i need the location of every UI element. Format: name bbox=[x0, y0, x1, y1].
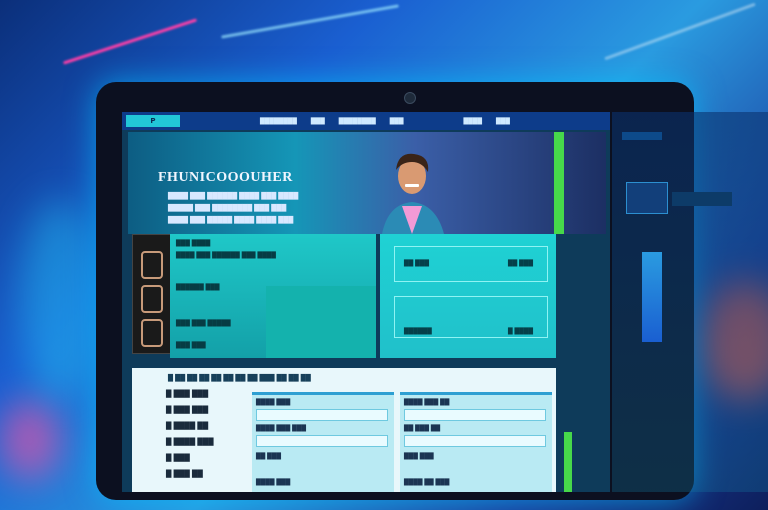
card-text: ███ ████ bbox=[176, 240, 211, 247]
list-item[interactable]: █ ███ ███ bbox=[166, 390, 208, 398]
card-text: ███ ███ █████ bbox=[176, 320, 231, 327]
form-field[interactable] bbox=[404, 435, 546, 447]
lower-section: █ ██ ██ ██ ██ ██ ██ ██ ███ ██ ██ ██ █ ██… bbox=[132, 368, 556, 492]
stats-label: ██████ bbox=[404, 328, 432, 335]
form-label: ████ ███ bbox=[256, 399, 291, 406]
hero-text: █████ ███ ████████ ███ ███ bbox=[168, 204, 287, 212]
camera-icon bbox=[404, 92, 416, 104]
nav-link[interactable]: ███ bbox=[311, 118, 325, 125]
form-panel: ████ ███ ██ ██ ███ ██ ███ ███ ████ ██ ██… bbox=[400, 392, 552, 492]
stats-card: ██ ███ ██ ███ ██████ █ ████ bbox=[380, 234, 556, 358]
nav-link[interactable]: ████████ bbox=[339, 118, 376, 125]
side-panel bbox=[612, 112, 768, 492]
screen: P ████████ ███ ████████ ███ ████ ███ FHU… bbox=[122, 112, 610, 492]
light-streak bbox=[221, 4, 399, 39]
card-text: ██████ ███ bbox=[176, 284, 220, 291]
hero-text: ████ ███ ██████ ████ ███ ████ bbox=[168, 192, 299, 200]
card-text: ███ ███ bbox=[176, 342, 206, 349]
list-item[interactable]: █ ███ ███ bbox=[166, 406, 208, 414]
stats-label: █ ████ bbox=[508, 328, 533, 335]
stats-label: ██ ███ bbox=[404, 260, 429, 267]
form-panel: ████ ███ ████ ███ ███ ██ ███ ████ ███ bbox=[252, 392, 394, 492]
hero-text: ████ ███ █████ ████ ████ ███ bbox=[168, 216, 294, 224]
stats-label: ██ ███ bbox=[508, 260, 533, 267]
light-streak bbox=[604, 2, 756, 61]
nav-link[interactable]: ████ bbox=[464, 118, 482, 125]
hero-banner: FHUNICOOOUHER ████ ███ ██████ ████ ███ █… bbox=[128, 132, 606, 234]
form-field[interactable] bbox=[256, 409, 388, 421]
glow bbox=[0, 400, 60, 480]
image-block bbox=[132, 234, 172, 354]
person-illustration bbox=[382, 153, 444, 234]
list-item[interactable]: █ ███ ██ bbox=[166, 470, 203, 478]
info-card: ███ ████ ████ ███ ██████ ███ ████ ██████… bbox=[170, 234, 376, 358]
form-field[interactable] bbox=[256, 435, 388, 447]
nav-link[interactable]: ███ bbox=[390, 118, 404, 125]
form-label: ██ ███ bbox=[256, 453, 281, 460]
accent-bar bbox=[564, 432, 572, 492]
glow bbox=[20, 200, 100, 400]
hero-title: FHUNICOOOUHER bbox=[158, 170, 293, 185]
nav-link[interactable]: ███ bbox=[496, 118, 510, 125]
accent-bar bbox=[554, 132, 564, 234]
section-header: █ ██ ██ ██ ██ ██ ██ ██ ███ ██ ██ ██ bbox=[168, 374, 311, 382]
light-streak bbox=[62, 18, 198, 65]
form-label: ██ ███ ██ bbox=[404, 425, 441, 432]
form-label: ███ ███ bbox=[404, 453, 434, 460]
list-item[interactable]: █ ████ ██ bbox=[166, 422, 208, 430]
card-panel bbox=[266, 286, 376, 358]
top-nav: P ████████ ███ ████████ ███ ████ ███ bbox=[122, 112, 610, 130]
nav-link[interactable]: ████████ bbox=[260, 118, 297, 125]
site-logo[interactable]: P bbox=[126, 115, 180, 127]
list-item[interactable]: █ ████ ███ bbox=[166, 438, 214, 446]
form-label: ████ ███ bbox=[256, 479, 291, 486]
form-label: ████ ███ ███ bbox=[256, 425, 306, 432]
list-item[interactable]: █ ███ bbox=[166, 454, 190, 462]
form-label: ████ ███ ██ bbox=[404, 399, 450, 406]
form-field[interactable] bbox=[404, 409, 546, 421]
form-label: ████ ██ ███ bbox=[404, 479, 450, 486]
card-text: ████ ███ ██████ ███ ████ bbox=[176, 252, 276, 259]
